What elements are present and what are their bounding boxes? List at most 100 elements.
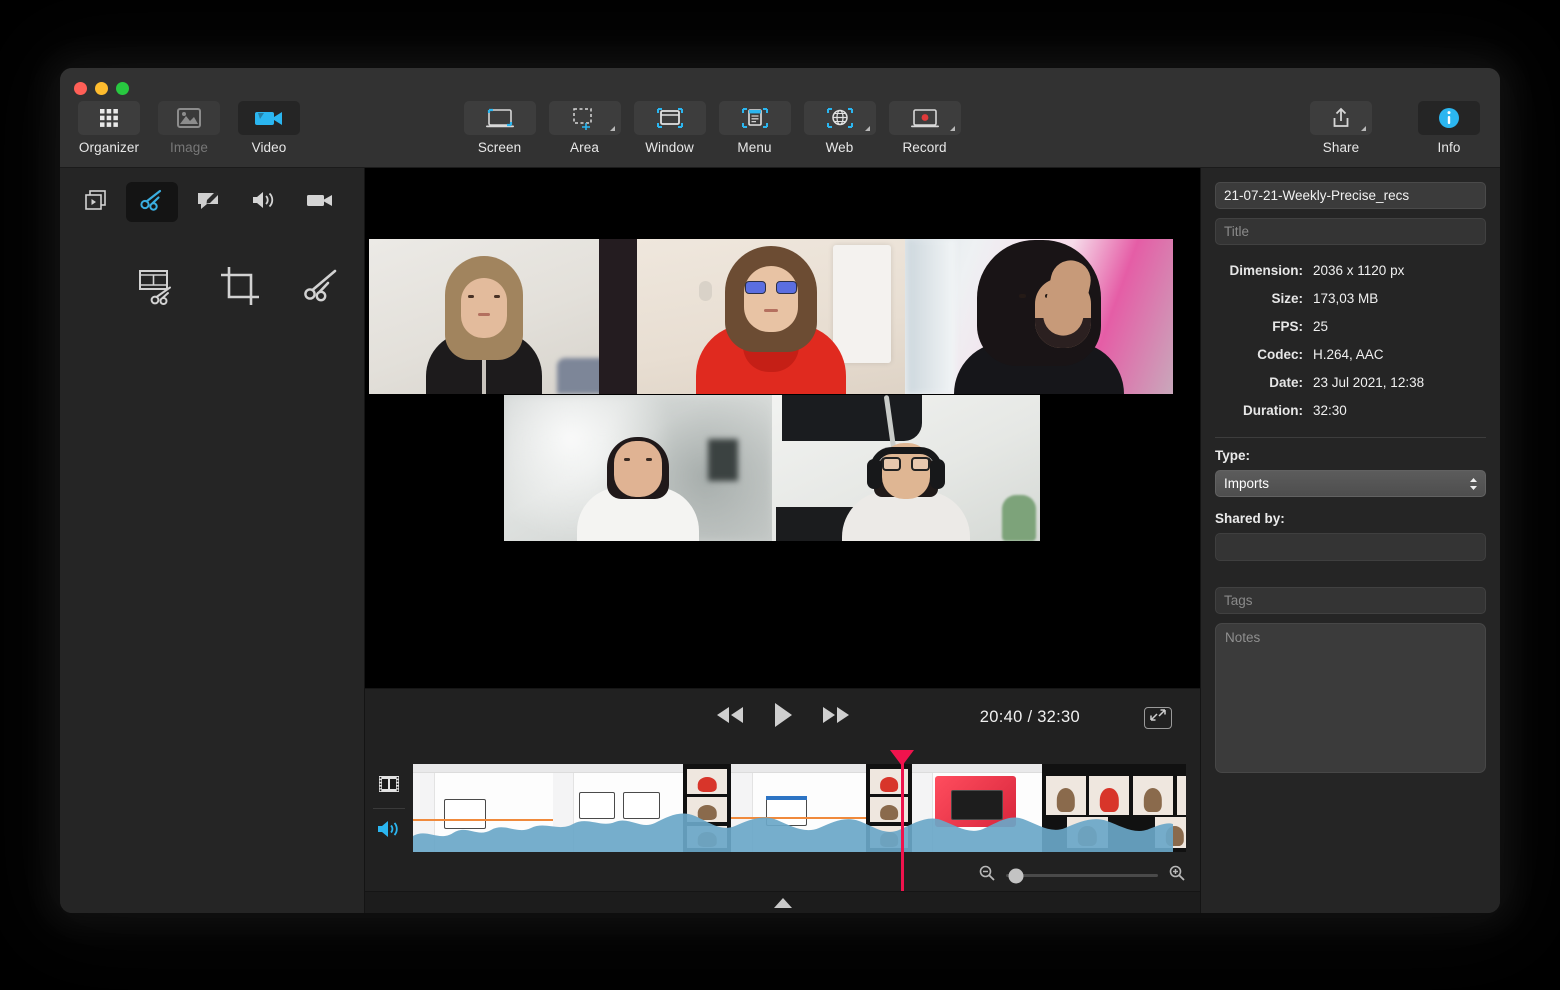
timeline-disclosure-button[interactable] (365, 891, 1200, 913)
timeline-panel (365, 746, 1200, 891)
metadata-label: Date: (1269, 375, 1303, 390)
toolbar-share-button[interactable]: Share (1302, 101, 1380, 155)
web-dropdown-marker[interactable] (864, 126, 870, 131)
center-column: 20:40 / 32:30 (365, 168, 1200, 913)
time-readout: 20:40 / 32:30 (979, 708, 1080, 726)
fullscreen-button[interactable] (1144, 706, 1172, 729)
participant-tile-4 (504, 395, 772, 541)
video-track-toggle[interactable] (369, 766, 409, 806)
tool-category-row (60, 182, 364, 222)
zoom-slider[interactable] (1006, 868, 1158, 883)
camera-tool-button[interactable] (294, 182, 346, 222)
play-icon (771, 701, 795, 734)
triangle-up-icon (773, 897, 792, 908)
video-audio-track[interactable] (413, 764, 1186, 852)
window-body: 20:40 / 32:30 21-07-21-Weekly-Precise_re… (60, 168, 1500, 913)
toolbar-video-button[interactable]: Video (230, 101, 308, 155)
crop-tool-button[interactable] (214, 264, 266, 312)
maximize-window-button[interactable] (116, 82, 129, 95)
metadata-row: Duration: 32:30 (1215, 397, 1486, 425)
chevron-updown-icon (1469, 477, 1478, 491)
fullscreen-icon (1149, 708, 1167, 727)
toolbar-window-button[interactable]: Window (630, 101, 709, 155)
desktop-background: Organizer Image Video Screen Area Window… (0, 0, 1560, 990)
zoom-out-icon[interactable] (978, 864, 996, 887)
playback-transport-bar: 20:40 / 32:30 (365, 688, 1200, 746)
video-call-grid (365, 239, 1200, 541)
toolbar-share-label: Share (1322, 140, 1360, 155)
close-window-button[interactable] (74, 82, 87, 95)
toolbar-image-label: Image (169, 140, 209, 155)
film-trim-tool-button[interactable] (132, 264, 184, 312)
timeline-playhead[interactable] (900, 750, 904, 891)
fast-forward-button[interactable] (821, 704, 851, 731)
play-button[interactable] (771, 701, 795, 734)
toolbar-info-button[interactable]: Info (1410, 101, 1488, 155)
toolbar-menu-button[interactable]: Menu (715, 101, 794, 155)
crop-icon (219, 265, 261, 312)
clips-icon (83, 188, 109, 217)
toolbar-right-group: Share Info (1302, 101, 1488, 155)
notes-field[interactable]: Notes (1215, 623, 1486, 773)
main-toolbar: Organizer Image Video Screen Area Window… (60, 68, 1500, 168)
metadata-list: Dimension: 2036 x 1120 px Size: 173,03 M… (1215, 257, 1486, 425)
metadata-label: Size: (1271, 291, 1303, 306)
metadata-label: FPS: (1272, 319, 1303, 334)
scissors-tool-button[interactable] (126, 182, 178, 222)
metadata-value: 23 Jul 2021, 12:38 (1313, 375, 1425, 390)
metadata-value: 173,03 MB (1313, 291, 1379, 306)
annotation-icon (195, 188, 221, 217)
toolbar-web-label: Web (825, 140, 854, 155)
record-dropdown-marker[interactable] (949, 126, 955, 131)
image-icon (158, 101, 220, 135)
globe-web-capture-icon (803, 101, 876, 135)
metadata-label: Dimension: (1229, 263, 1303, 278)
film-trim-icon (137, 265, 179, 312)
share-upload-icon (1310, 101, 1372, 135)
area-dropdown-marker[interactable] (609, 126, 615, 131)
grid-gap (599, 239, 637, 394)
toolbar-menu-label: Menu (737, 140, 772, 155)
metadata-row: Codec: H.264, AAC (1215, 341, 1486, 369)
toolbar-video-label: Video (251, 140, 287, 155)
title-field[interactable]: Title (1215, 218, 1486, 245)
type-label: Type: (1215, 448, 1251, 463)
audio-track-toggle[interactable] (369, 811, 409, 851)
toolbar-record-button[interactable]: Record (885, 101, 964, 155)
rewind-button[interactable] (715, 704, 745, 731)
toolbar-area-button[interactable]: Area (545, 101, 624, 155)
metadata-row: Date: 23 Jul 2021, 12:38 (1215, 369, 1486, 397)
metadata-value: 32:30 (1313, 403, 1347, 418)
audio-tool-button[interactable] (238, 182, 290, 222)
app-window: Organizer Image Video Screen Area Window… (60, 68, 1500, 913)
toolbar-organizer-button[interactable]: Organizer (70, 101, 148, 155)
area-selection-icon (548, 101, 621, 135)
metadata-row: FPS: 25 (1215, 313, 1486, 341)
timeline-track-area[interactable] (413, 746, 1200, 891)
toolbar-web-button[interactable]: Web (800, 101, 879, 155)
record-icon (888, 101, 961, 135)
minimize-window-button[interactable] (95, 82, 108, 95)
shared-by-field[interactable] (1215, 533, 1486, 561)
audio-waveform (413, 813, 1173, 852)
zoom-in-icon[interactable] (1168, 864, 1186, 887)
annotation-tool-button[interactable] (182, 182, 234, 222)
scissors-cut-icon (301, 265, 343, 312)
toolbar-screen-button[interactable]: Screen (460, 101, 539, 155)
toolbar-record-label: Record (902, 140, 947, 155)
share-dropdown-marker[interactable] (1361, 126, 1366, 131)
grid-icon (78, 101, 140, 135)
cut-tool-button[interactable] (296, 264, 348, 312)
tags-field[interactable]: Tags (1215, 587, 1486, 614)
zoom-slider-knob[interactable] (1008, 868, 1024, 883)
toolbar-left-group: Organizer Image Video (70, 101, 308, 155)
clips-tool-button[interactable] (70, 182, 122, 222)
participant-tile-3 (905, 239, 1173, 394)
toolbar-image-button[interactable]: Image (150, 101, 228, 155)
type-select[interactable]: Imports (1215, 470, 1486, 497)
video-preview[interactable] (365, 168, 1200, 688)
filename-field[interactable]: 21-07-21-Weekly-Precise_recs (1215, 182, 1486, 209)
metadata-value: H.264, AAC (1313, 347, 1384, 362)
participant-tile-2 (637, 239, 905, 394)
camera-icon (305, 188, 335, 217)
